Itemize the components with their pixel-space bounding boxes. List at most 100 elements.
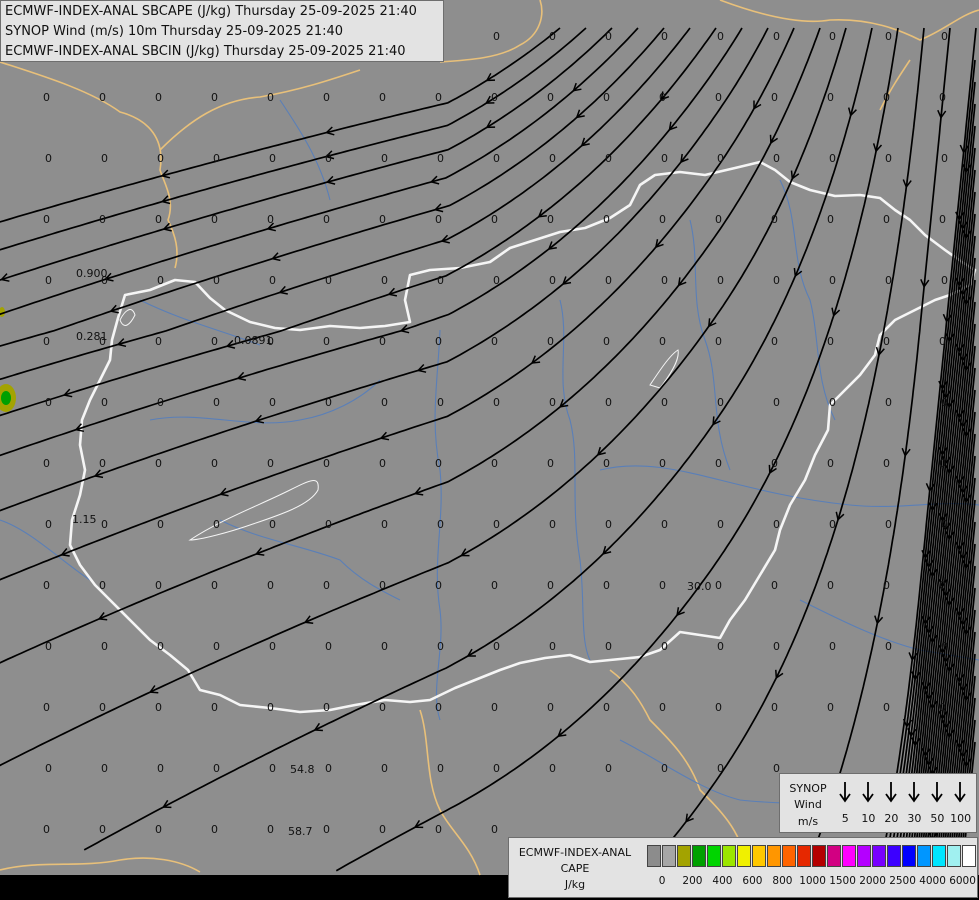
cin-value: 0: [883, 91, 890, 104]
cin-value: 0: [771, 457, 778, 470]
cin-value: 0: [883, 213, 890, 226]
cin-value: 0: [549, 152, 556, 165]
wind-arrow-icon: [931, 782, 943, 803]
cin-value: 0: [323, 457, 330, 470]
map-canvas[interactable]: 0 0 0 0 0 0 0 0 0 0 0 0 0 0 0 0 0 0 0 0 0 0 0 0 0 0 0 0 0 0 0 0 0 0 0 0 0 0 0 0…: [0, 0, 979, 900]
cape-tick-label: 2000: [859, 875, 886, 887]
cin-value: 0: [603, 213, 610, 226]
cin-value: 0: [379, 335, 386, 348]
cin-value: 0: [45, 640, 52, 653]
cin-value: 0: [211, 213, 218, 226]
cin-value: 0: [547, 457, 554, 470]
cin-value: 0: [101, 396, 108, 409]
cin-value: 0: [437, 762, 444, 775]
cin-contour-label: 30.0: [687, 580, 712, 593]
cape-legend-title: ECMWF-INDEX-ANAL: [518, 846, 632, 859]
cin-value: 0: [885, 518, 892, 531]
cin-value: 0: [717, 518, 724, 531]
cape-color-swatch: [887, 845, 901, 867]
cin-value: 0: [323, 701, 330, 714]
cin-value: 0: [883, 701, 890, 714]
cin-value: 0: [381, 152, 388, 165]
cape-color-swatch: [812, 845, 826, 867]
cin-value: 0: [883, 579, 890, 592]
cin-value: 0: [381, 518, 388, 531]
cin-value: 0: [827, 91, 834, 104]
cin-value: 0: [43, 213, 50, 226]
cin-value: 0: [715, 579, 722, 592]
cin-value: 0: [267, 701, 274, 714]
cin-value: 0: [269, 640, 276, 653]
cin-value: 0: [715, 457, 722, 470]
cin-value: 0: [43, 457, 50, 470]
cape-color-swatch: [857, 845, 871, 867]
cin-value: 0: [829, 518, 836, 531]
wind-arrow-icon: [862, 782, 874, 803]
cin-value: 0: [45, 518, 52, 531]
cin-value: 0: [493, 30, 500, 43]
cin-value: 0: [717, 762, 724, 775]
cin-value: 0: [491, 457, 498, 470]
cin-value: 0: [269, 762, 276, 775]
cin-value: 0: [603, 579, 610, 592]
cin-value: 0: [211, 579, 218, 592]
cin-value: 0: [323, 823, 330, 836]
cin-value: 0: [661, 30, 668, 43]
cin-value: 0: [661, 762, 668, 775]
cin-value: 0: [715, 91, 722, 104]
cin-value: 0: [605, 274, 612, 287]
cin-value: 0: [267, 91, 274, 104]
cin-value: 0: [827, 335, 834, 348]
cin-value: 0: [715, 335, 722, 348]
cin-value: 0: [267, 457, 274, 470]
cape-color-swatch: [707, 845, 721, 867]
map-background: [0, 0, 979, 875]
cin-value: 0: [155, 213, 162, 226]
cin-value: 0: [605, 152, 612, 165]
cin-value: 0: [941, 152, 948, 165]
cin-value: 0: [605, 30, 612, 43]
cin-value: 0: [155, 335, 162, 348]
cape-tick-label: 400: [712, 875, 733, 887]
cin-value: 0: [941, 518, 948, 531]
cin-value: 0: [885, 30, 892, 43]
cin-value: 0: [213, 396, 220, 409]
cin-value: 0: [549, 762, 556, 775]
cin-value: 0: [323, 91, 330, 104]
cape-color-swatch: [902, 845, 916, 867]
cape-color-swatch: [662, 845, 676, 867]
wind-title: SYNOP Wind (m/s) 10m Thursday 25-09-2025…: [5, 24, 344, 39]
cape-color-swatch: [827, 845, 841, 867]
cin-value: 0: [939, 457, 946, 470]
cin-value: 0: [435, 823, 442, 836]
cape-color-swatch: [722, 845, 736, 867]
cin-value: 0: [211, 457, 218, 470]
cin-value: 0: [715, 213, 722, 226]
cape-tick-label: 1000: [799, 875, 826, 887]
cape-color-swatch: [872, 845, 886, 867]
cin-value: 0: [491, 701, 498, 714]
cin-value: 0: [829, 152, 836, 165]
cin-value: 0: [325, 396, 332, 409]
map-title-box: ECMWF-INDEX-ANAL SBCAPE (J/kg) Thursday …: [0, 0, 444, 62]
cin-value: 0: [829, 396, 836, 409]
cin-value: 0: [605, 396, 612, 409]
cape-tick-label: 2500: [889, 875, 916, 887]
cin-value: 0: [45, 762, 52, 775]
cape-tick-label: 600: [742, 875, 763, 887]
cape-color-swatch: [947, 845, 961, 867]
cin-value: 0: [605, 762, 612, 775]
wind-speed-label: 30: [907, 812, 922, 825]
cape-color-swatch: [692, 845, 706, 867]
cin-value: 0: [771, 335, 778, 348]
cin-value: 0: [43, 823, 50, 836]
cin-value: 0: [325, 274, 332, 287]
cin-value: 0: [771, 91, 778, 104]
cin-value: 0: [605, 518, 612, 531]
cin-value: 0: [45, 152, 52, 165]
cape-color-swatch: [782, 845, 796, 867]
cin-value: 0: [155, 579, 162, 592]
cin-value: 0: [99, 457, 106, 470]
cin-value: 0: [717, 274, 724, 287]
cin-value: 0: [939, 579, 946, 592]
